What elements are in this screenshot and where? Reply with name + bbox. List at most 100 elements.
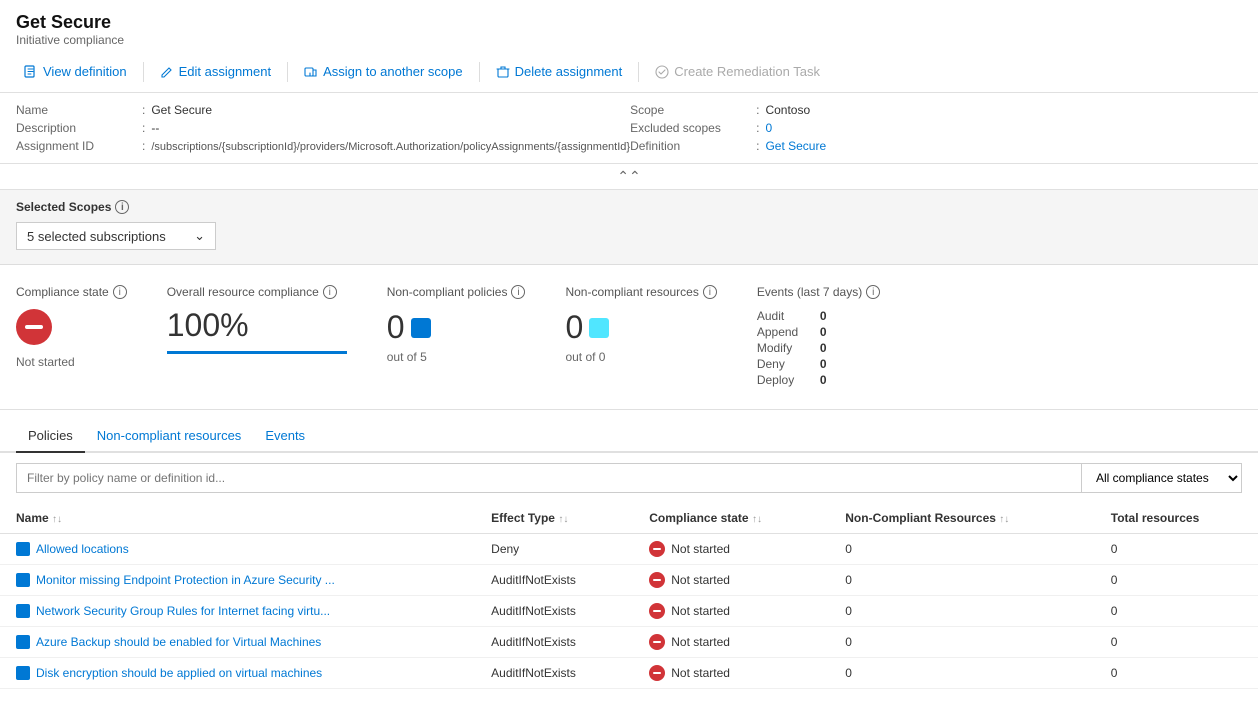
events-label: Events (last 7 days) i	[757, 285, 880, 299]
name-row: Name : Get Secure	[16, 103, 630, 117]
policy-link-0[interactable]: Allowed locations	[16, 542, 459, 556]
effect-sort-icon[interactable]: ↑↓	[558, 514, 568, 525]
non-compliant-policies-label: Non-compliant policies i	[387, 285, 526, 299]
compliance-state-label: Compliance state i	[16, 285, 127, 299]
policy-filter-input[interactable]	[16, 463, 1082, 493]
create-remediation-button[interactable]: Create Remediation Task	[647, 59, 828, 84]
event-deploy-row: Deploy 0	[757, 373, 880, 387]
policy-link-3[interactable]: Azure Backup should be enabled for Virtu…	[16, 635, 459, 649]
cell-state-3: Not started	[633, 627, 829, 658]
collapse-button[interactable]: ⌃⌃	[617, 168, 640, 185]
scopes-info-icon[interactable]: i	[115, 200, 129, 214]
assign-scope-icon	[304, 65, 318, 79]
tab-events[interactable]: Events	[253, 420, 317, 453]
chevron-down-icon: ⌄	[194, 228, 205, 244]
page-header: Get Secure Initiative compliance	[0, 0, 1258, 51]
state-icon-1	[649, 572, 665, 588]
cell-effect-0: Deny	[475, 534, 633, 565]
cell-name-1: Monitor missing Endpoint Protection in A…	[0, 565, 475, 596]
non-compliant-policies-info-icon[interactable]: i	[511, 285, 525, 299]
page-subtitle: Initiative compliance	[16, 33, 1242, 47]
filter-section: All compliance states	[0, 453, 1258, 503]
events-info-icon[interactable]: i	[866, 285, 880, 299]
toolbar-separator-2	[287, 62, 288, 82]
metrics-section: Compliance state i Not started Overall r…	[0, 265, 1258, 410]
non-compliant-resources-info-icon[interactable]: i	[703, 285, 717, 299]
cell-total-3: 0	[1095, 627, 1258, 658]
policy-link-2[interactable]: Network Security Group Rules for Interne…	[16, 604, 459, 618]
cell-name-4: Disk encryption should be applied on vir…	[0, 658, 475, 689]
tab-non-compliant-resources[interactable]: Non-compliant resources	[85, 420, 254, 453]
cell-total-1: 0	[1095, 565, 1258, 596]
tabs-nav: Policies Non-compliant resources Events	[0, 420, 1258, 453]
cell-state-2: Not started	[633, 596, 829, 627]
assign-to-scope-button[interactable]: Assign to another scope	[296, 59, 470, 84]
cell-non-compliant-3: 0	[829, 627, 1095, 658]
row-icon-3	[16, 635, 30, 649]
table-row: Network Security Group Rules for Interne…	[0, 596, 1258, 627]
event-audit-row: Audit 0	[757, 309, 880, 323]
name-sort-icon[interactable]: ↑↓	[52, 514, 62, 525]
cell-non-compliant-4: 0	[829, 658, 1095, 689]
tab-policies[interactable]: Policies	[16, 420, 85, 453]
scopes-label: Selected Scopes i	[16, 200, 1242, 214]
events-metric: Events (last 7 days) i Audit 0 Append 0 …	[757, 285, 880, 389]
overall-compliance-info-icon[interactable]: i	[323, 285, 337, 299]
cell-state-1: Not started	[633, 565, 829, 596]
policy-link-1[interactable]: Monitor missing Endpoint Protection in A…	[16, 573, 459, 587]
scope-row: Scope : Contoso	[630, 103, 1242, 117]
cell-non-compliant-1: 0	[829, 565, 1095, 596]
table-body: Allowed locations Deny Not started 0 0 M…	[0, 534, 1258, 689]
event-modify-row: Modify 0	[757, 341, 880, 355]
event-deny-row: Deny 0	[757, 357, 880, 371]
cell-state-0: Not started	[633, 534, 829, 565]
table-row: Monitor missing Endpoint Protection in A…	[0, 565, 1258, 596]
policy-link-4[interactable]: Disk encryption should be applied on vir…	[16, 666, 459, 680]
cell-name-0: Allowed locations	[0, 534, 475, 565]
definition-row: Definition : Get Secure	[630, 139, 1242, 153]
compliance-state-filter[interactable]: All compliance states	[1082, 463, 1242, 493]
state-icon-0	[649, 541, 665, 557]
table-row: Allowed locations Deny Not started 0 0	[0, 534, 1258, 565]
compliance-state-metric: Compliance state i Not started	[16, 285, 127, 369]
cell-state-4: Not started	[633, 658, 829, 689]
cell-total-4: 0	[1095, 658, 1258, 689]
cell-total-2: 0	[1095, 596, 1258, 627]
scopes-dropdown[interactable]: 5 selected subscriptions ⌄	[16, 222, 216, 250]
toolbar: View definition Edit assignment Assign t…	[0, 51, 1258, 93]
state-icon-3	[649, 634, 665, 650]
cell-total-0: 0	[1095, 534, 1258, 565]
cell-non-compliant-2: 0	[829, 596, 1095, 627]
resource-cube-icon	[589, 318, 609, 338]
info-section: Name : Get Secure Scope : Contoso Descri…	[0, 93, 1258, 164]
state-icon-2	[649, 603, 665, 619]
non-compliant-resources-label: Non-compliant resources i	[565, 285, 716, 299]
toolbar-separator-3	[479, 62, 480, 82]
non-compliant-sort-icon[interactable]: ↑↓	[999, 514, 1009, 525]
cell-non-compliant-0: 0	[829, 534, 1095, 565]
policies-table: Name ↑↓ Effect Type ↑↓ Compliance state …	[0, 503, 1258, 689]
col-total-resources: Total resources	[1095, 503, 1258, 534]
edit-assignment-button[interactable]: Edit assignment	[152, 59, 280, 84]
row-icon-2	[16, 604, 30, 618]
description-row: Description : --	[16, 121, 630, 135]
assignment-id-row: Assignment ID : /subscriptions/{subscrip…	[16, 139, 630, 153]
cell-effect-3: AuditIfNotExists	[475, 627, 633, 658]
table-row: Azure Backup should be enabled for Virtu…	[0, 627, 1258, 658]
progress-fill	[167, 351, 347, 354]
row-icon-4	[16, 666, 30, 680]
compliance-sort-icon[interactable]: ↑↓	[752, 514, 762, 525]
compliance-state-info-icon[interactable]: i	[113, 285, 127, 299]
col-effect-type: Effect Type ↑↓	[475, 503, 633, 534]
col-compliance-state: Compliance state ↑↓	[633, 503, 829, 534]
not-started-icon	[16, 309, 52, 345]
delete-assignment-button[interactable]: Delete assignment	[488, 59, 631, 84]
table-row: Disk encryption should be applied on vir…	[0, 658, 1258, 689]
collapse-bar: ⌃⌃	[0, 164, 1258, 190]
event-append-row: Append 0	[757, 325, 880, 339]
view-definition-button[interactable]: View definition	[16, 59, 135, 84]
excluded-scopes-row: Excluded scopes : 0	[630, 121, 1242, 135]
table-header-row: Name ↑↓ Effect Type ↑↓ Compliance state …	[0, 503, 1258, 534]
cell-effect-1: AuditIfNotExists	[475, 565, 633, 596]
non-compliant-policies-metric: Non-compliant policies i 0 out of 5	[387, 285, 526, 364]
